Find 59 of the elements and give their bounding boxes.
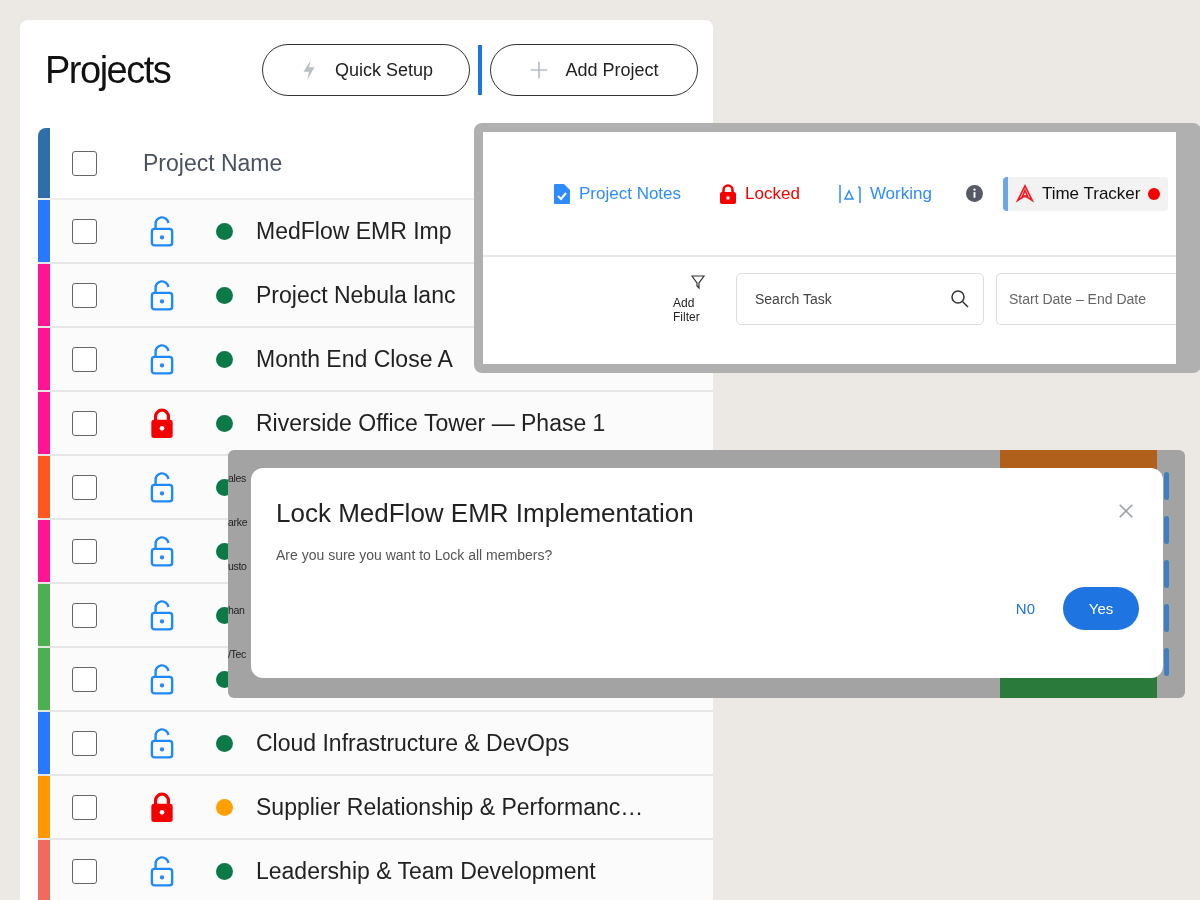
table-cell: han [228, 604, 245, 616]
row-checkbox[interactable] [72, 282, 97, 308]
search-field[interactable]: Search Task [736, 273, 984, 325]
row-checkbox[interactable] [72, 410, 97, 436]
filter-icon [689, 274, 706, 290]
project-name[interactable]: Month End Close A [256, 345, 453, 373]
row-checkbox[interactable] [72, 858, 97, 884]
row-marker [1164, 516, 1169, 544]
row-checkbox[interactable] [72, 794, 97, 820]
toolbar-tab[interactable]: Time Tracker [1002, 176, 1169, 211]
open-lock-icon[interactable] [149, 855, 175, 887]
cancel-button[interactable]: N0 [1003, 592, 1047, 625]
info-icon[interactable] [965, 185, 983, 202]
recording-dot [1148, 187, 1161, 200]
open-lock-icon[interactable] [149, 599, 175, 631]
lock-icon[interactable] [149, 407, 175, 439]
open-lock-icon[interactable] [149, 471, 175, 503]
row-marker [1164, 472, 1169, 500]
open-lock-icon[interactable] [149, 535, 175, 567]
project-name[interactable]: MedFlow EMR Imp [256, 217, 452, 245]
plus-icon [529, 59, 550, 81]
select-all-checkbox[interactable] [72, 150, 97, 176]
date-range-field[interactable]: Start Date – End Date [996, 273, 1176, 325]
row-checkbox[interactable] [72, 666, 97, 692]
row-checkbox[interactable] [72, 218, 97, 244]
open-lock-icon[interactable] [149, 727, 175, 759]
page-title: Projects [45, 48, 172, 92]
row-marker [1164, 604, 1169, 632]
row-checkbox[interactable] [72, 538, 97, 564]
close-icon[interactable] [1117, 502, 1135, 520]
confirm-button[interactable]: Yes [1063, 587, 1139, 630]
project-name[interactable]: Project Nebula lanc [256, 281, 456, 309]
add-project-button[interactable]: Add Project [490, 44, 698, 96]
row-marker [1164, 648, 1169, 676]
open-lock-icon[interactable] [149, 343, 175, 375]
dialog-message: Are you sure you want to Lock all members? [276, 547, 553, 563]
row-checkbox[interactable] [72, 730, 97, 756]
add-filter-button[interactable]: Add Filter [673, 274, 722, 324]
row-marker [1164, 560, 1169, 588]
dialog-title: Lock MedFlow EMR Implementation [276, 498, 694, 529]
table-cell: /Tec [228, 648, 247, 660]
row-checkbox[interactable] [72, 474, 97, 500]
search-icon [950, 289, 970, 309]
open-lock-icon[interactable] [149, 279, 175, 311]
open-lock-icon[interactable] [149, 663, 175, 695]
table-cell: usto [228, 560, 247, 572]
triangle-icon [837, 182, 862, 205]
table-cell: arke [228, 516, 248, 528]
open-lock-icon[interactable] [149, 215, 175, 247]
row-checkbox[interactable] [72, 602, 97, 628]
quick-setup-button[interactable]: Quick Setup [262, 44, 470, 96]
table-cell: ales [228, 472, 247, 484]
arrow-icon [1015, 182, 1034, 205]
row-checkbox[interactable] [72, 346, 97, 372]
lock-icon[interactable] [149, 791, 175, 823]
lock-icon [719, 182, 738, 205]
toolbar-tab[interactable]: Locked [711, 176, 808, 211]
column-header: Project Name [143, 149, 283, 177]
document-check-icon [553, 182, 571, 205]
